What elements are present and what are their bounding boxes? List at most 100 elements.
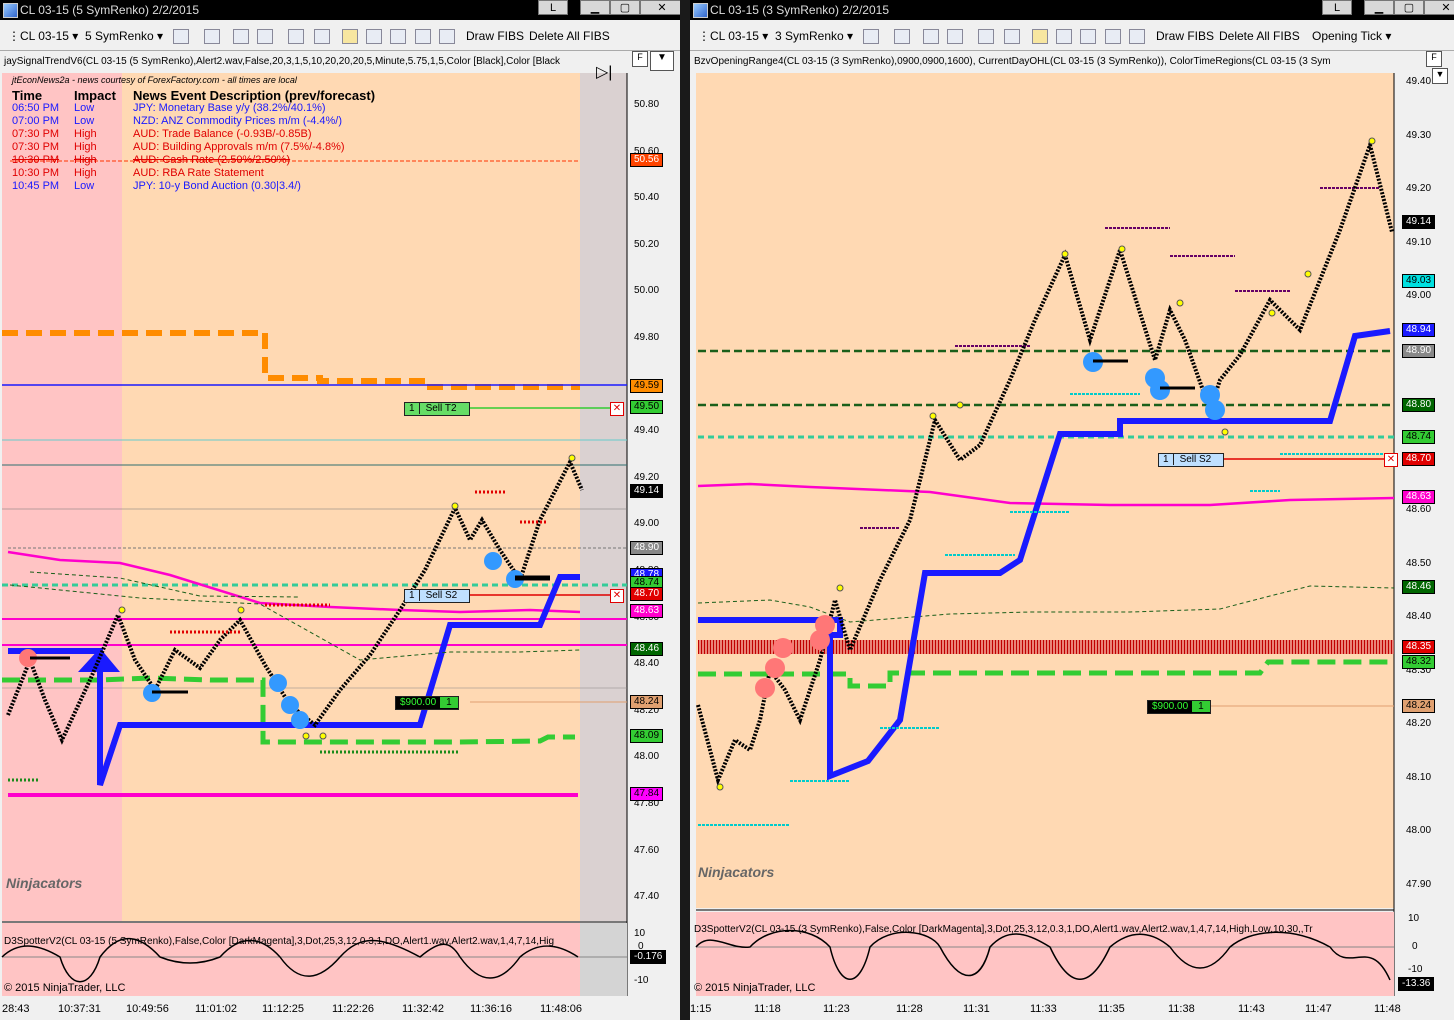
close-sell-t2-icon[interactable]: ✕ [610,402,624,416]
data-box-icon[interactable] [415,29,431,44]
draw-fibs-button[interactable]: Draw FIBS [1156,29,1214,43]
left-title-bar[interactable]: CL 03-15 (5 SymRenko) 2/2/2015 L ▁ ▢ ✕ [0,0,680,20]
delete-all-fibs-button[interactable]: Delete All FIBS [529,29,610,43]
draw-fibs-button[interactable]: Draw FIBS [466,29,524,43]
chart-trader-icon[interactable] [1129,29,1145,44]
time-axis-label: 11:22:26 [332,1003,375,1015]
price-level-label: 48.35 [1402,640,1436,654]
news-description: NZD: ANZ Commodity Prices m/m (-4.4%/) [133,115,343,127]
left-price-chart[interactable] [0,51,680,1020]
crosshair-icon[interactable] [923,29,939,44]
price-axis-tick: 47.40 [634,891,660,903]
right-title-bar[interactable]: CL 03-15 (3 SymRenko) 2/2/2015 L ▁ ▢ ✕ [690,0,1454,20]
sell-s2-order[interactable]: 1 Sell S2 [404,589,471,603]
bar-type-icon[interactable] [863,29,879,44]
price-axis-tick: 49.40 [634,425,660,437]
chart-trader-icon[interactable] [439,29,455,44]
cursor-icon[interactable] [288,29,304,44]
instrument-selector[interactable]: CL 03-15 ▾ [20,29,78,43]
price-axis-tick: 48.00 [1406,825,1432,836]
cursor-icon[interactable] [978,29,994,44]
time-axis-label: 11:35 [1098,1003,1125,1015]
time-axis-label: 28:43 [2,1003,30,1015]
price-axis-tick: 49.10 [1406,236,1432,248]
data-box-icon[interactable] [1105,29,1121,44]
sell-t2-order[interactable]: 1 Sell T2 [404,402,470,416]
strategies-icon[interactable] [366,29,382,44]
time-axis-label: 11:38 [1168,1003,1195,1015]
strategies-icon[interactable] [1056,29,1072,44]
price-level-label: 48.46 [630,642,664,656]
price-level-label: 48.46 [1402,580,1436,594]
delete-all-fibs-button[interactable]: Delete All FIBS [1219,29,1300,43]
price-axis-tick: 49.00 [634,518,660,530]
left-toolbar: ⋮ CL 03-15 ▾ 5 SymRenko ▾ Draw FIBS Dele… [0,24,680,51]
price-axis-tick: 49.20 [1406,183,1432,194]
close-icon[interactable]: ✕ [1424,0,1454,15]
right-dropdown-icon[interactable]: ▼ [1432,68,1448,84]
indicators-icon[interactable] [342,29,358,44]
price-axis-tick: 48.40 [1406,611,1432,622]
window-divider[interactable] [680,0,690,1020]
link-button[interactable]: L [538,0,568,15]
close-sell-s2-icon[interactable]: ✕ [1384,453,1398,467]
period-selector[interactable]: 3 SymRenko ▾ [775,29,853,43]
maximize-icon[interactable]: ▢ [610,0,640,15]
properties-icon[interactable] [390,29,406,44]
bar-type-icon[interactable] [173,29,189,44]
price-axis-tick: 49.80 [634,332,660,343]
price-axis-tick: 49.00 [1406,290,1432,301]
price-level-label: 48.63 [1402,490,1436,504]
app-icon [693,3,708,18]
left-window-title: CL 03-15 (5 SymRenko) 2/2/2015 [20,3,199,17]
news-time: 07:30 PM [12,128,60,140]
left-dropdown-icon[interactable]: ▼ [650,51,674,71]
price-axis-tick: 50.20 [634,238,660,250]
news-description: JPY: Monetary Base y/y (38.2%/40.1%) [133,102,326,114]
osc-tick-neg10: -10 [1408,964,1423,975]
pin-icon[interactable] [257,29,273,44]
time-axis-label: 11:33 [1030,1003,1057,1015]
indicators-icon[interactable] [1032,29,1048,44]
news-time: 10:30 PM [12,167,60,179]
time-axis-label: 1:15 [690,1003,712,1015]
zoom-icon[interactable] [314,29,330,44]
osc-tick-0: 0 [1412,941,1418,952]
right-price-chart[interactable] [690,51,1454,1020]
toolbar-grip-icon: ⋮ [698,29,710,43]
minimize-icon[interactable]: ▁ [580,0,610,15]
price-axis-tick: 48.00 [634,751,660,763]
crosshair-icon[interactable] [233,29,249,44]
maximize-icon[interactable]: ▢ [1394,0,1424,15]
pencil-icon[interactable] [204,29,220,44]
price-axis-tick: 48.10 [1406,771,1432,783]
news-description: AUD: Cash Rate (2.50%/2.50%) [133,154,291,166]
link-button[interactable]: L [1322,0,1352,15]
left-indicator-label: jaySignalTrendV6(CL 03-15 (5 SymRenko),A… [4,56,561,67]
position-pnl: $900.00 1 [395,696,459,710]
price-axis-tick: 50.00 [634,285,660,297]
period-selector[interactable]: 5 SymRenko ▾ [85,29,163,43]
scroll-end-icon[interactable]: ▷| [596,62,612,82]
right-chart-menu-icon[interactable]: F [1426,51,1442,67]
left-chart-menu-icon[interactable]: F [632,51,648,67]
sell-s2-order[interactable]: 1 Sell S2 [1158,453,1225,467]
price-level-label: 48.80 [1402,398,1436,412]
pin-icon[interactable] [947,29,963,44]
minimize-icon[interactable]: ▁ [1364,0,1394,15]
left-copyright: © 2015 NinjaTrader, LLC [4,982,126,994]
tick-mode-selector[interactable]: Opening Tick ▾ [1312,29,1391,43]
close-sell-s2-icon[interactable]: ✕ [610,589,624,603]
time-axis-label: 10:49:56 [126,1003,169,1015]
close-icon[interactable]: ✕ [640,0,680,15]
news-source-label: jtEconNews2a - news courtesy of ForexFac… [12,75,297,85]
instrument-selector[interactable]: CL 03-15 ▾ [710,29,768,43]
news-impact: High [74,141,97,153]
properties-icon[interactable] [1080,29,1096,44]
news-impact: High [74,167,97,179]
toolbar-grip-icon: ⋮ [8,29,20,43]
position-pnl: $900.00 1 [1147,700,1211,714]
pencil-icon[interactable] [894,29,910,44]
time-axis-label: 11:36:16 [470,1003,513,1015]
zoom-icon[interactable] [1004,29,1020,44]
